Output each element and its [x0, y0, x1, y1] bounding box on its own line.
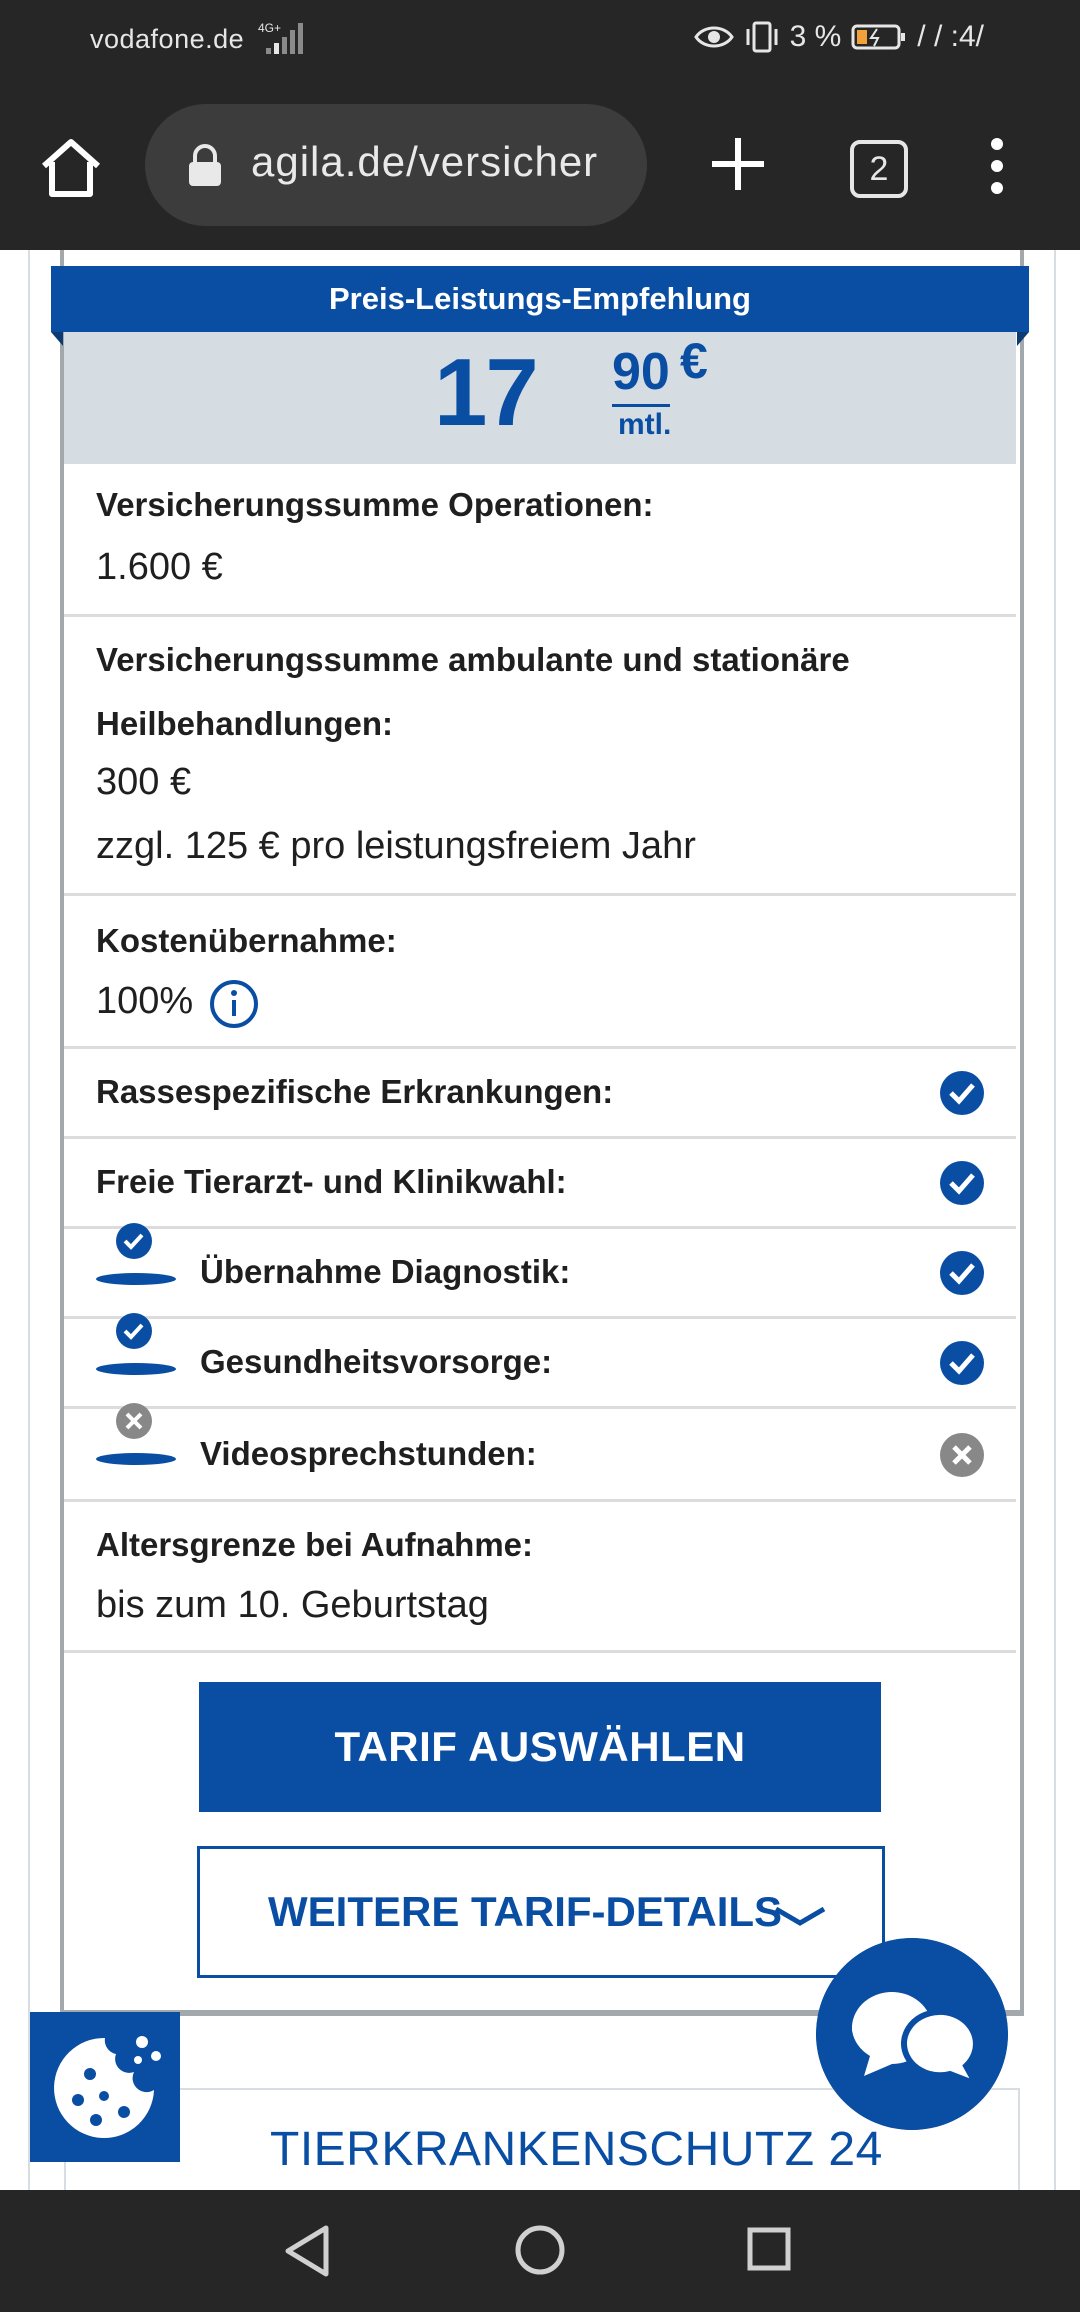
check-circle-icon	[940, 1341, 984, 1385]
row-label: Videosprechstunden:	[200, 1435, 537, 1472]
row-diagnostik: Übernahme Diagnostik:	[64, 1223, 1016, 1319]
price-period: mtl.	[618, 408, 672, 441]
signal-icon: 4G+	[258, 21, 303, 54]
price-currency: €	[680, 333, 708, 389]
row-value: zzgl. 125 € pro leistungsfreiem Jahr	[96, 825, 696, 867]
sub-x-icon	[96, 1403, 176, 1465]
network-type: 4G+	[258, 21, 281, 35]
row-label: Gesundheitsvorsorge:	[200, 1343, 553, 1380]
sub-check-icon	[96, 1313, 176, 1375]
row-label: Übernahme Diagnostik:	[200, 1253, 571, 1290]
more-vert-icon[interactable]	[982, 136, 1012, 196]
row-operationen: Versicherungssumme Operationen: 1.600 €	[64, 464, 1016, 617]
clock: / / :4/	[917, 20, 984, 53]
tariff-details-button[interactable]: WEITERE TARIF-DETAILS	[197, 1846, 885, 1978]
chevron-down-icon	[774, 1906, 826, 1926]
check-circle-icon	[940, 1161, 984, 1205]
row-label: Versicherungssumme ambulante und station…	[96, 641, 850, 678]
row-label: Versicherungssumme Operationen:	[96, 486, 654, 523]
tariff-details-label: WEITERE TARIF-DETAILS	[268, 1888, 783, 1935]
vibrate-icon	[746, 21, 778, 53]
row-label: Kostenübernahme:	[96, 922, 397, 959]
check-circle-icon	[940, 1251, 984, 1295]
row-label: Altersgrenze bei Aufnahme:	[96, 1526, 534, 1563]
price-main: 17	[434, 339, 539, 446]
row-altersgrenze: Altersgrenze bei Aufnahme: bis zum 10. G…	[64, 1502, 1016, 1653]
row-rassespezifisch: Rassespezifische Erkrankungen:	[64, 1049, 1016, 1139]
row-value: 100%	[96, 980, 194, 1022]
next-tariff-title: TIERKRANKENSCHUTZ 24	[270, 2123, 883, 2176]
row-kostenuebernahme: Kostenübernahme: 100%	[64, 896, 1016, 1049]
row-heilbehandlungen: Versicherungssumme ambulante und station…	[64, 617, 1016, 896]
browser-toolbar: agila.de/versicher 2	[0, 82, 1080, 250]
system-nav-bar	[0, 2190, 1080, 2312]
row-value: bis zum 10. Geburtstag	[96, 1584, 489, 1626]
plus-icon[interactable]	[706, 132, 770, 196]
check-circle-icon	[940, 1071, 984, 1115]
chat-icon[interactable]	[816, 1938, 1008, 2130]
recommendation-ribbon: Preis-Leistungs-Empfehlung	[51, 266, 1029, 332]
sub-check-icon	[96, 1223, 176, 1285]
url-text: agila.de/versicher	[251, 138, 599, 185]
row-label: Rassespezifische Erkrankungen:	[96, 1073, 614, 1110]
tabs-icon[interactable]: 2	[850, 140, 908, 198]
eye-icon	[693, 26, 734, 48]
cookie-icon[interactable]	[30, 2012, 180, 2162]
row-videosprechstunden: Videosprechstunden:	[64, 1403, 1016, 1502]
info-icon[interactable]	[208, 978, 260, 1030]
address-bar[interactable]: agila.de/versicher	[145, 104, 647, 226]
back-icon[interactable]	[282, 2224, 332, 2278]
x-circle-icon	[940, 1433, 984, 1477]
lock-icon	[189, 144, 221, 186]
page-content: Preis-Leistungs-Empfehlung 17 90 € mtl. …	[0, 250, 1080, 2190]
row-label: Freie Tierarzt- und Klinikwahl:	[96, 1163, 567, 1200]
row-value: 300 €	[96, 761, 192, 803]
row-label: Heilbehandlungen:	[96, 705, 393, 742]
carrier-name: vodafone.de	[90, 24, 245, 54]
recents-icon[interactable]	[746, 2226, 792, 2272]
row-value: 1.600 €	[96, 546, 223, 588]
home-circle-icon[interactable]	[514, 2224, 566, 2276]
row-tierarztwahl: Freie Tierarzt- und Klinikwahl:	[64, 1139, 1016, 1229]
home-icon[interactable]	[36, 132, 106, 202]
select-tariff-button[interactable]: TARIF AUSWÄHLEN	[199, 1682, 881, 1812]
battery-icon	[851, 24, 906, 50]
battery-percent: 3 %	[789, 20, 842, 53]
status-bar: vodafone.de 4G+ 3 % / / :4/	[0, 0, 1080, 82]
price-cents: 90	[612, 342, 670, 407]
price-box: 17 90 € mtl.	[64, 332, 1016, 464]
row-gesundheitsvorsorge: Gesundheitsvorsorge:	[64, 1313, 1016, 1409]
